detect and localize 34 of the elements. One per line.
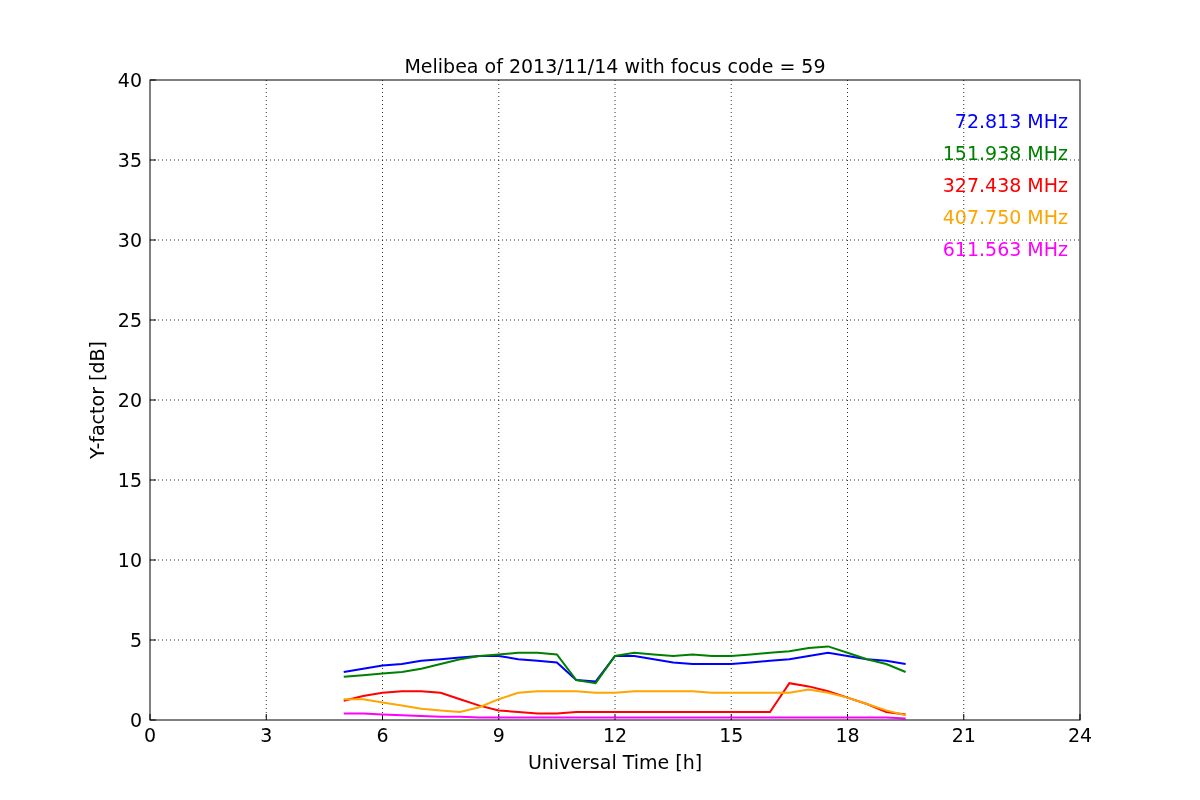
x-tick-mark — [382, 713, 383, 721]
y-tick-label: 20 — [117, 389, 142, 411]
x-tick-label: 6 — [376, 724, 389, 746]
x-tick-label: 9 — [492, 724, 505, 746]
x-axis-label: Universal Time [h] — [527, 751, 703, 773]
y-tick-label: 10 — [117, 549, 142, 571]
y-tick-label: 5 — [129, 629, 142, 651]
x-tick-label: 21 — [951, 724, 976, 746]
y-tick-mark — [149, 399, 157, 401]
legend-label: 151.938 MHz — [942, 142, 1068, 164]
x-tick-label: 15 — [719, 724, 744, 746]
y-tick-mark — [149, 639, 157, 641]
y-tick-mark — [149, 559, 157, 561]
y-tick-label: 25 — [117, 309, 142, 331]
y-tick-label: 0 — [129, 709, 142, 731]
chart-title: Melibea of 2013/11/14 with focus code = 59 — [404, 55, 826, 77]
legend-label: 72.813 MHz — [954, 110, 1068, 132]
y-tick-mark — [149, 319, 157, 321]
legend-label: 407.750 MHz — [942, 206, 1068, 228]
y-tick-mark — [149, 159, 157, 161]
y-tick-label: 35 — [117, 149, 142, 171]
y-tick-label: 15 — [117, 469, 142, 491]
x-tick-label: 3 — [260, 724, 273, 746]
y-tick-mark — [149, 479, 157, 481]
y-tick-mark — [149, 239, 157, 241]
x-tick-label: 12 — [602, 724, 628, 746]
x-tick-label: 18 — [835, 724, 860, 746]
y-tick-label: 40 — [117, 69, 142, 91]
y-tick-label: 30 — [117, 229, 142, 251]
legend-label: 327.438 MHz — [942, 174, 1068, 196]
x-tick-label: 0 — [143, 724, 157, 746]
legend-label: 611.563 MHz — [942, 238, 1068, 260]
x-tick-label: 24 — [1067, 724, 1093, 746]
y-axis-label: Y-factor [dB] — [86, 341, 108, 459]
